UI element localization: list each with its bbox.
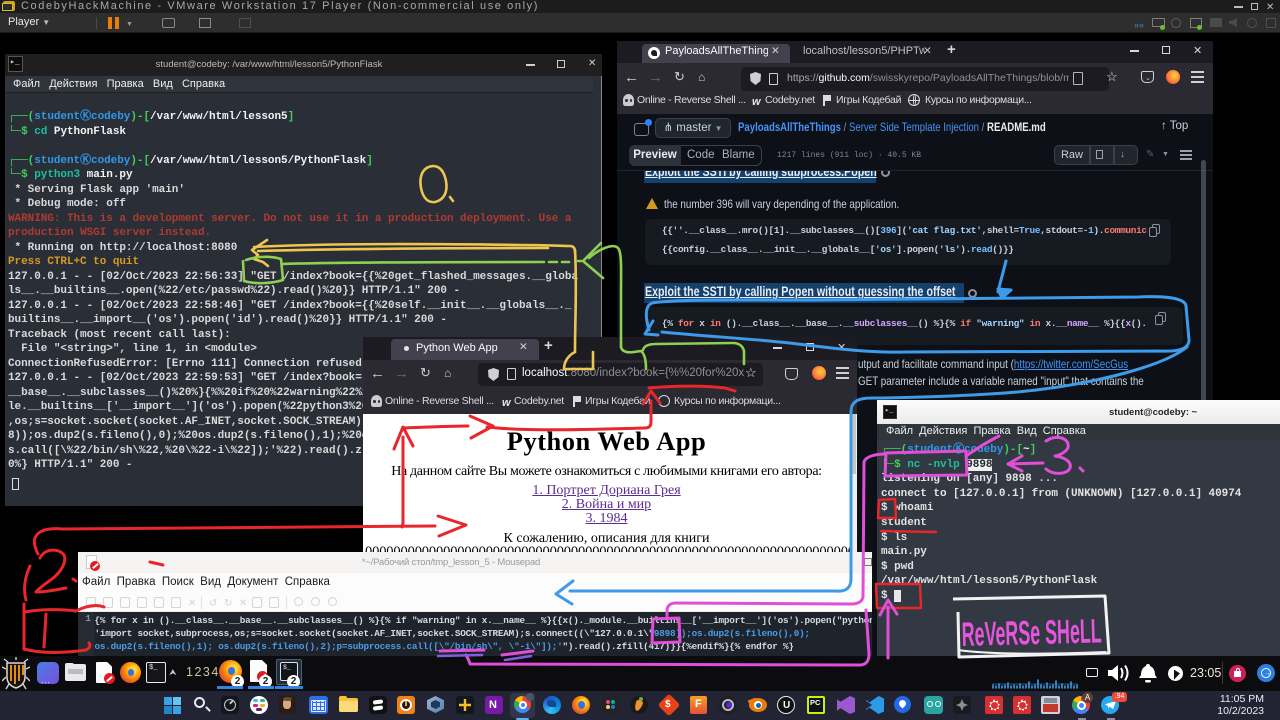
svg-text:ReVeRSe SHeLL: ReVeRSe SHeLL — [961, 612, 1102, 654]
